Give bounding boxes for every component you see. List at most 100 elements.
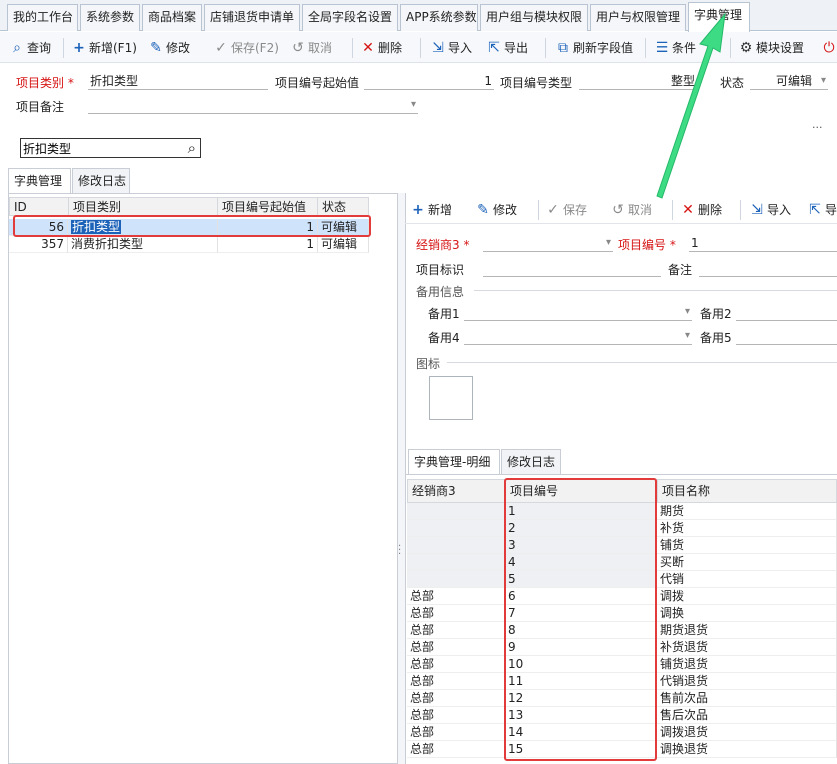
tab-dictionary[interactable]: 字典管理 [688, 2, 750, 32]
left-col-header[interactable]: ID [9, 197, 69, 216]
tab-user-permissions[interactable]: 用户与权限管理 [590, 4, 686, 31]
left-grid-panel [8, 193, 398, 764]
refresh-icon: ⧉ [558, 40, 568, 56]
tab-product-archive[interactable]: 商品档案 [142, 4, 202, 31]
power-button[interactable]: ⏻ [822, 37, 836, 59]
tab-dict-detail[interactable]: 字典管理-明细 [408, 449, 500, 474]
row-dealer [407, 571, 505, 588]
edit-button[interactable]: ✎ 修改 [149, 37, 190, 59]
tab-store-return[interactable]: 店铺退货申请单 [204, 4, 300, 31]
dealer-dropdown[interactable] [483, 235, 613, 252]
plus-icon: + [73, 40, 85, 56]
icon-group-label: 图标 [416, 357, 441, 371]
row-name: 代销 [657, 571, 837, 588]
more-icon[interactable]: ··· [812, 121, 823, 134]
toolbar-divider [730, 38, 731, 58]
row-code: 4 [505, 554, 657, 571]
cancel-button[interactable]: ↺ 取消 [291, 37, 332, 59]
tab-workbench[interactable]: 我的工作台 [7, 4, 78, 31]
row-dealer: 总部 [407, 656, 505, 673]
toolbar-divider [545, 38, 546, 58]
row-code: 7 [505, 605, 657, 622]
tab-detail-log[interactable]: 修改日志 [501, 449, 561, 474]
gear-icon: ⚙ [739, 40, 753, 56]
row-dealer: 总部 [407, 639, 505, 656]
tab-global-fields[interactable]: 全局字段名设置 [302, 4, 398, 31]
detail-import-button[interactable]: ⇲ 导入 [750, 199, 791, 221]
detail-remark-field[interactable] [699, 260, 837, 277]
detail-export-button[interactable]: ⇱ 导 [808, 199, 837, 221]
row-code: 12 [505, 690, 657, 707]
spare1-label: 备用1 [428, 307, 460, 321]
detail-col-header[interactable]: 经销商3 [407, 479, 506, 503]
category-field[interactable]: 折扣类型 [88, 73, 268, 90]
tab-app-params[interactable]: APP系统参数 [400, 4, 478, 31]
row-code: 11 [505, 673, 657, 690]
row-dealer [407, 537, 505, 554]
close-icon: ✕ [682, 202, 694, 218]
code-field[interactable]: 1 [689, 235, 837, 252]
row-name: 售后次品 [657, 707, 837, 724]
condition-button[interactable]: ☰ 条件 [655, 37, 696, 59]
refresh-fields-button[interactable]: ⧉ 刷新字段值 [556, 37, 633, 59]
left-col-header[interactable]: 项目类别 [68, 197, 218, 216]
row-code: 13 [505, 707, 657, 724]
search-icon[interactable]: ⌕ [188, 139, 196, 157]
query-button[interactable]: ⌕ 查询 [10, 37, 51, 59]
delete-button[interactable]: ✕ 删除 [361, 37, 402, 59]
row-dealer: 总部 [407, 690, 505, 707]
detail-col-header[interactable]: 项目编号 [505, 479, 658, 503]
code-type-field[interactable]: 整型 [579, 73, 697, 90]
row-status: 可编辑 [318, 219, 369, 236]
row-code: 5 [505, 571, 657, 588]
left-col-header[interactable]: 状态 [317, 197, 369, 216]
import-button[interactable]: ⇲ 导入 [431, 37, 472, 59]
tab-system-params[interactable]: 系统参数 [80, 4, 140, 31]
save-button[interactable]: ✓ 保存(F2) [214, 37, 279, 59]
detail-delete-button[interactable]: ✕ 删除 [681, 199, 722, 221]
spare2-label: 备用2 [700, 307, 732, 321]
spare2-field[interactable] [736, 304, 837, 321]
ident-field[interactable] [483, 260, 661, 277]
detail-remark-label: 备注 [668, 263, 693, 277]
tab-change-log[interactable]: 修改日志 [72, 168, 130, 193]
search-box: ⌕ [20, 138, 201, 158]
detail-save-button[interactable]: ✓ 保存 [546, 199, 587, 221]
export-button[interactable]: ⇱ 导出 [487, 37, 528, 59]
spare4-label: 备用4 [428, 331, 460, 345]
spare1-dropdown[interactable] [464, 304, 692, 321]
check-icon: ✓ [547, 202, 559, 218]
detail-edit-button[interactable]: ✎ 修改 [476, 199, 517, 221]
status-dropdown[interactable]: 可编辑 [750, 73, 828, 90]
search-input[interactable] [23, 140, 173, 156]
row-dealer: 总部 [407, 741, 505, 758]
row-dealer: 总部 [407, 724, 505, 741]
row-dealer: 总部 [407, 622, 505, 639]
import-icon: ⇲ [432, 40, 444, 56]
remark-dropdown[interactable] [88, 97, 418, 114]
add-button[interactable]: + 新增(F1) [72, 37, 137, 59]
detail-tab-line [405, 474, 837, 475]
export-icon: ⇱ [488, 40, 500, 56]
tab-dict-management[interactable]: 字典管理 [8, 168, 71, 193]
spare4-dropdown[interactable] [464, 328, 692, 345]
panel-splitter[interactable] [398, 193, 405, 764]
row-name: 买断 [657, 554, 837, 571]
row-id: 56 [9, 219, 68, 236]
icon-picker[interactable] [429, 376, 473, 420]
left-col-header[interactable]: 项目编号起始值 [217, 197, 318, 216]
detail-col-header[interactable]: 项目名称 [657, 479, 837, 503]
row-name: 调换 [657, 605, 837, 622]
start-value-field[interactable]: 1 [364, 73, 494, 90]
row-name: 售前次品 [657, 690, 837, 707]
plus-icon: + [412, 202, 424, 218]
detail-cancel-button[interactable]: ↺ 取消 [611, 199, 652, 221]
detail-add-button[interactable]: + 新增 [411, 199, 452, 221]
tab-usergroup-permissions[interactable]: 用户组与模块权限 [480, 4, 588, 31]
spare5-field[interactable] [736, 328, 837, 345]
spare-group-label: 备用信息 [416, 285, 465, 299]
spare5-label: 备用5 [700, 331, 732, 345]
module-settings-button[interactable]: ⚙ 模块设置 [739, 37, 804, 59]
group-divider [474, 290, 837, 291]
row-dealer [407, 520, 505, 537]
